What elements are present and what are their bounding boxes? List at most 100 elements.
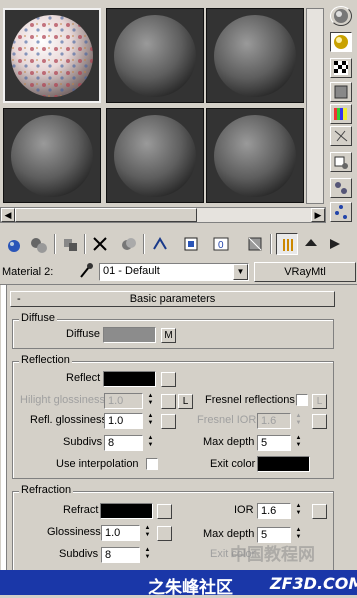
backlight-icon[interactable] — [330, 32, 352, 52]
go-forward-icon[interactable] — [324, 233, 346, 255]
options-icon[interactable] — [330, 152, 352, 172]
rollout-title: Basic parameters — [129, 293, 216, 305]
material-type-button[interactable]: VRayMtl — [254, 262, 356, 282]
site-footer-banner: 之朱峰社区 ZF3D.COM — [0, 570, 357, 598]
pick-material-eyedropper-icon[interactable] — [78, 262, 94, 283]
glossiness-spinner[interactable]: ▲ ▼ — [142, 525, 153, 541]
reflection-group: Reflection Reflect Hilight glossiness 1.… — [12, 354, 334, 479]
material-slot-3[interactable] — [206, 8, 304, 103]
max-depth-input[interactable]: 5 — [257, 435, 291, 451]
make-unique-icon[interactable] — [149, 233, 171, 255]
footer-right-text: ZF3D.COM — [270, 574, 357, 593]
show-map-icon[interactable] — [244, 233, 266, 255]
ior-map-button[interactable] — [312, 504, 327, 519]
make-copy-icon[interactable] — [118, 233, 140, 255]
put-to-library-icon[interactable] — [180, 233, 202, 255]
material-slot-label: Material 2: — [2, 266, 54, 278]
rollout-toggle[interactable]: - — [17, 292, 21, 306]
fresnel-ior-spinner[interactable]: ▲ ▼ — [293, 413, 304, 429]
hilight-glossiness-label: Hilight glossiness — [20, 394, 105, 406]
diffuse-group: Diffuse Diffuse M — [12, 312, 334, 349]
max-depth-spinner[interactable]: ▲ ▼ — [293, 435, 304, 451]
refraction-max-depth-label: Max depth — [203, 528, 255, 540]
fresnel-ior-map-button[interactable] — [312, 414, 327, 429]
glossiness-input[interactable]: 1.0 — [101, 525, 140, 541]
hilight-glossiness-map-button[interactable] — [161, 394, 176, 409]
reflection-group-title: Reflection — [19, 354, 72, 366]
subdivs-input[interactable]: 8 — [104, 435, 143, 451]
video-color-check-icon[interactable] — [330, 104, 352, 124]
material-slot-5[interactable] — [106, 108, 204, 203]
checker-background-icon[interactable] — [330, 58, 352, 78]
refl-glossiness-map-button[interactable] — [161, 414, 176, 429]
sphere-icon — [114, 115, 196, 197]
fresnel-lock-button[interactable]: L — [312, 394, 327, 409]
reflect-label: Reflect — [66, 372, 101, 384]
scroll-right-arrow-icon[interactable]: ▶ — [311, 208, 325, 222]
use-interpolation-checkbox[interactable] — [146, 458, 158, 470]
refl-glossiness-input[interactable]: 1.0 — [104, 413, 143, 429]
refraction-group: Refraction Refract IOR 1.6 ▲ ▼ Glossiness… — [12, 484, 334, 581]
refraction-subdivs-label: Subdivs — [59, 548, 99, 560]
scroll-left-arrow-icon[interactable]: ◀ — [1, 208, 15, 222]
exit-color-swatch[interactable] — [257, 456, 310, 472]
select-by-material-icon[interactable] — [330, 178, 352, 198]
material-slot-1[interactable] — [3, 8, 101, 103]
ior-label: IOR — [234, 504, 254, 516]
glossiness-map-button[interactable] — [157, 526, 172, 541]
material-id-channel-icon[interactable]: 0 — [210, 233, 232, 255]
go-to-parent-icon[interactable] — [300, 233, 322, 255]
subdivs-spinner[interactable]: ▲ ▼ — [145, 435, 156, 451]
hilight-lock-button[interactable]: L — [178, 394, 193, 409]
get-material-icon[interactable] — [4, 233, 26, 255]
hilight-glossiness-spinner[interactable]: ▲ ▼ — [145, 393, 156, 409]
slots-vertical-scrollbar[interactable] — [306, 8, 324, 204]
diffuse-map-button[interactable]: M — [161, 328, 176, 343]
subdivs-label: Subdivs — [63, 436, 103, 448]
material-name-dropdown[interactable]: 01 - Default ▼ — [99, 263, 249, 281]
refraction-subdivs-spinner[interactable]: ▲ ▼ — [142, 547, 153, 563]
fresnel-reflections-checkbox[interactable] — [296, 394, 308, 406]
side-toolbar — [326, 0, 357, 228]
ior-spinner[interactable]: ▲ ▼ — [293, 503, 304, 519]
sphere-icon — [214, 15, 296, 97]
material-map-navigator-icon[interactable] — [330, 202, 352, 222]
basic-parameters-rollout-header[interactable]: - Basic parameters — [10, 291, 335, 307]
refract-color-swatch[interactable] — [100, 503, 153, 519]
fresnel-ior-input[interactable]: 1.6 — [257, 413, 291, 429]
make-preview-icon[interactable] — [330, 126, 352, 146]
material-slot-6[interactable] — [206, 108, 304, 203]
ior-input[interactable]: 1.6 — [257, 503, 291, 519]
diffuse-group-title: Diffuse — [19, 312, 58, 324]
refract-label: Refract — [63, 504, 99, 516]
material-slots-area — [0, 0, 326, 208]
material-name-row: Material 2: 01 - Default ▼ VRayMtl — [0, 261, 357, 283]
scroll-thumb[interactable] — [15, 208, 197, 222]
refract-map-button[interactable] — [157, 504, 172, 519]
fresnel-reflections-label: Fresnel reflections — [205, 394, 295, 406]
diffuse-color-swatch[interactable] — [103, 327, 156, 343]
svg-text:0: 0 — [218, 240, 224, 251]
chevron-down-icon[interactable]: ▼ — [233, 264, 248, 280]
reflect-map-button[interactable] — [161, 372, 176, 387]
hilight-glossiness-input[interactable]: 1.0 — [104, 393, 143, 409]
panel-scrollbar[interactable] — [1, 285, 7, 571]
sample-uv-tiling-icon[interactable] — [330, 82, 352, 102]
reset-map-icon[interactable] — [89, 233, 111, 255]
sphere-icon — [11, 115, 93, 197]
watermark: 中国教程网 — [230, 545, 315, 564]
reflect-color-swatch[interactable] — [103, 371, 156, 387]
refraction-group-title: Refraction — [19, 484, 74, 496]
material-slot-2[interactable] — [106, 8, 204, 103]
slots-horizontal-scrollbar[interactable]: ◀ ▶ — [0, 207, 326, 223]
put-to-scene-icon[interactable] — [28, 233, 50, 255]
material-slot-4[interactable] — [3, 108, 101, 203]
refraction-subdivs-input[interactable]: 8 — [101, 547, 140, 563]
assign-to-selection-icon[interactable] — [60, 233, 82, 255]
sphere-icon — [114, 15, 196, 97]
show-end-result-icon[interactable] — [276, 233, 298, 255]
sphere-icon — [214, 115, 296, 197]
refl-glossiness-spinner[interactable]: ▲ ▼ — [145, 413, 156, 429]
parameters-panel: - Basic parameters Diffuse Diffuse M Ref… — [0, 284, 357, 581]
sample-type-sphere-icon[interactable] — [330, 6, 352, 26]
